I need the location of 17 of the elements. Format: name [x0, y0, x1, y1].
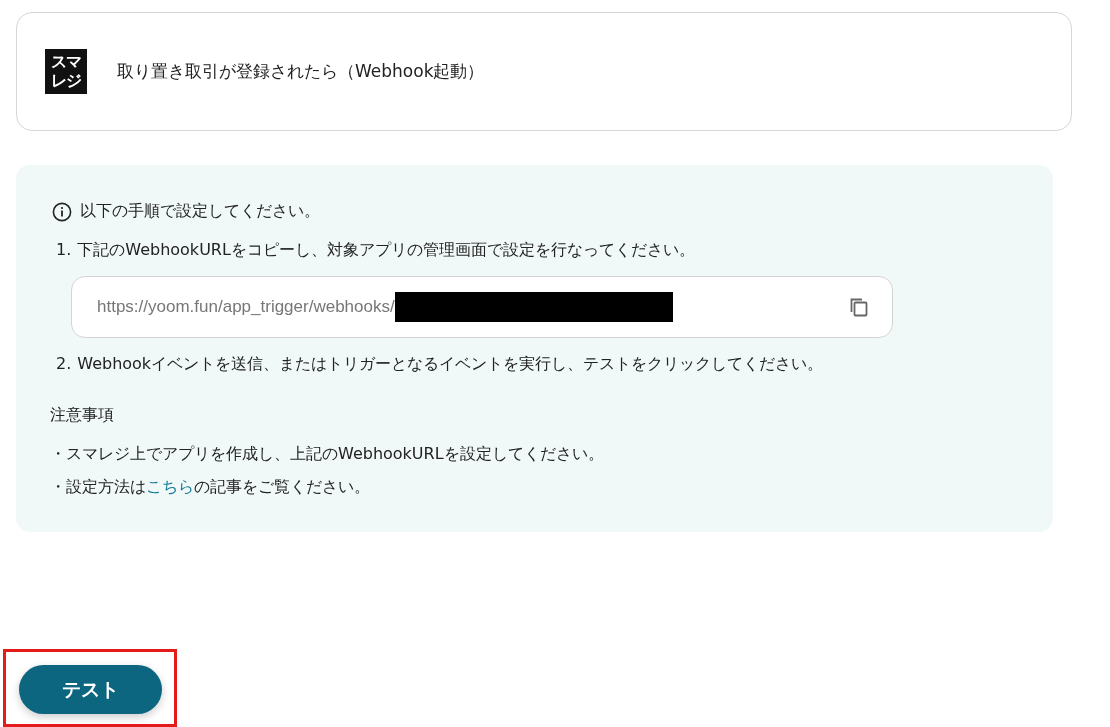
- note-text: ・スマレジ上でアプリを作成し、上記のWebhookURLを設定してください。: [50, 444, 605, 465]
- app-logo: スマレジ: [45, 49, 87, 94]
- notes-title: 注意事項: [50, 405, 115, 426]
- step-text: Webhookイベントを送信、またはトリガーとなるイベントを実行し、テストをクリックしてください。: [77, 354, 824, 375]
- article-link[interactable]: こちら: [146, 477, 194, 496]
- instruction-heading: 以下の手順で設定してください。: [80, 201, 320, 222]
- trigger-title: 取り置き取引が登録されたら（Webhook起動）: [117, 60, 485, 83]
- trigger-card[interactable]: スマレジ 取り置き取引が登録されたら（Webhook起動）: [16, 12, 1072, 131]
- test-button[interactable]: テスト: [19, 665, 162, 714]
- info-icon: [52, 201, 72, 222]
- step-number: 1.: [56, 240, 72, 261]
- step-number: 2.: [56, 354, 72, 375]
- url-text: https://yoom.fun/app_trigger/webhooks/: [97, 297, 395, 317]
- copy-icon[interactable]: [848, 296, 870, 318]
- step-text: 下記のWebhookURLをコピーし、対象アプリの管理画面で設定を行なってください。: [77, 240, 695, 261]
- note-text: ・設定方法はこちらの記事をご覧ください。: [50, 477, 371, 498]
- url-field[interactable]: https://yoom.fun/app_trigger/webhooks/: [71, 276, 893, 338]
